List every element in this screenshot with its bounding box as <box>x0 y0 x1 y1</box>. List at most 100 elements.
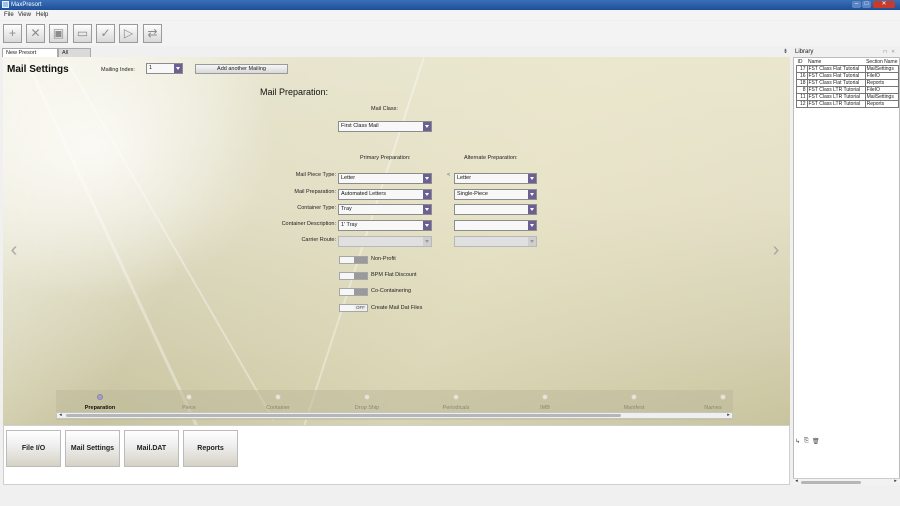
pin-icon[interactable]: ⊓ <box>883 49 887 55</box>
mail-class-select[interactable]: First Class Mail <box>338 121 432 132</box>
mail-preparation-alternate-select[interactable]: Single-Piece <box>454 189 537 200</box>
close-icon[interactable]: ✕ <box>891 49 895 55</box>
menu-help[interactable]: Help <box>34 11 50 19</box>
table-row[interactable]: 17 FST Class Flat Tutorial MailSettings <box>796 65 899 73</box>
container-description-primary-select[interactable]: 1' Tray <box>338 220 432 231</box>
carrier-route-primary-select[interactable] <box>338 236 432 247</box>
scroll-left-icon[interactable]: ◂ <box>57 413 64 418</box>
scroll-thumb[interactable] <box>66 414 621 417</box>
new-button[interactable]: + <box>3 24 22 43</box>
cell-id: 18 <box>796 79 808 87</box>
scroll-thumb[interactable] <box>801 481 861 484</box>
refresh-button[interactable]: ⇄ <box>143 24 162 43</box>
copy-to-alternate-icon[interactable]: < <box>447 172 450 178</box>
chevron-down-icon <box>528 237 536 246</box>
tab-new-presort-job[interactable]: New Presort Job✕ <box>2 48 58 65</box>
chevron-down-icon <box>174 64 182 73</box>
menu-file[interactable]: File <box>2 11 16 19</box>
container-type-alternate-select[interactable] <box>454 204 537 215</box>
check-button[interactable]: ✓ <box>96 24 115 43</box>
chevron-down-icon <box>423 174 431 183</box>
step-piece[interactable]: Piece <box>159 405 219 411</box>
tab-all-jobs[interactable]: All Jobs✕ <box>58 48 91 65</box>
panel-menu-icon[interactable]: ⇟ <box>783 48 788 55</box>
step-container[interactable]: Container <box>248 405 308 411</box>
next-page-icon[interactable]: › <box>769 240 783 260</box>
mailing-index-select[interactable]: 1 <box>146 63 183 74</box>
library-scrollbar[interactable]: ◂ ▸ <box>793 478 900 485</box>
close-window-button[interactable]: ✕ <box>873 1 895 8</box>
page-title: Mail Settings <box>7 64 69 75</box>
mail-preparation-primary-select[interactable]: Automated Letters <box>338 189 432 200</box>
new-icon: + <box>8 26 16 40</box>
step-dot-manifest[interactable] <box>631 394 637 400</box>
steps-scrollbar[interactable]: ◂ ▸ <box>56 412 733 419</box>
container-type-primary-select[interactable]: Tray <box>338 204 432 215</box>
toggle-state: OFF <box>354 305 367 311</box>
cell-section: MailSettings <box>864 65 899 73</box>
cell-name: FST Class Flat Tutorial <box>806 79 866 87</box>
step-dot-container[interactable] <box>275 394 281 400</box>
table-row[interactable]: 11 FST Class LTR Tutorial MailSettings <box>796 93 899 101</box>
step-dot-drop-ship[interactable] <box>364 394 370 400</box>
title-bar: MaxPresort – □ ✕ <box>0 0 900 10</box>
print-button[interactable]: ▭ <box>73 24 92 43</box>
bpm-flat-discount-toggle[interactable] <box>339 272 368 280</box>
table-row[interactable]: 12 FST Class LTR Tutorial Reports <box>796 100 899 108</box>
bpm-flat-discount-label: BPM Flat Discount <box>371 272 417 278</box>
step-preparation[interactable]: Preparation <box>70 405 130 411</box>
select-value: Letter <box>341 175 356 181</box>
scroll-right-icon[interactable]: ▸ <box>725 413 732 418</box>
mail-dat-button[interactable]: Mail.DAT <box>124 430 179 467</box>
step-dot-piece[interactable] <box>186 394 192 400</box>
reports-button[interactable]: Reports <box>183 430 238 467</box>
mail-settings-button[interactable]: Mail Settings <box>65 430 120 467</box>
cell-name: FST Class LTR Tutorial <box>806 100 866 108</box>
library-table: ID Name Section Name 17 FST Class Flat T… <box>796 59 899 108</box>
step-dot-imb[interactable] <box>542 394 548 400</box>
mailing-index-value: 1 <box>149 65 153 71</box>
step-drop-ship[interactable]: Drop Ship <box>337 405 397 411</box>
step-dot-preparation[interactable] <box>97 394 103 400</box>
carrier-route-alternate-select[interactable] <box>454 236 537 247</box>
cell-section: MailSettings <box>864 93 899 101</box>
table-row[interactable]: 8 FST Class LTR Tutorial FileIO <box>796 86 899 94</box>
save-button[interactable]: ▣ <box>49 24 68 43</box>
mail-piece-type-alternate-select[interactable]: Letter <box>454 173 537 184</box>
run-icon: ▷ <box>123 26 134 40</box>
copy-icon[interactable]: ⎘ <box>804 438 809 445</box>
container-description-alternate-select[interactable] <box>454 220 537 231</box>
maximize-button[interactable]: □ <box>862 1 871 8</box>
mail-class-label: Mail Class: <box>371 106 398 112</box>
column-section-name[interactable]: Section Name <box>865 59 898 66</box>
co-containering-label: Co-Containering <box>371 288 412 294</box>
create-mail-dat-toggle[interactable]: OFF <box>339 304 368 312</box>
scroll-right-icon[interactable]: ▸ <box>892 479 899 484</box>
step-dot-names[interactable] <box>720 394 726 400</box>
step-periodicals[interactable]: Periodicals <box>426 405 486 411</box>
minimize-button[interactable]: – <box>852 1 861 8</box>
trash-icon[interactable]: 🗑 <box>812 438 820 445</box>
chevron-down-icon <box>528 221 536 230</box>
run-button[interactable]: ▷ <box>119 24 138 43</box>
previous-page-icon[interactable]: ‹ <box>7 240 21 260</box>
chevron-down-icon <box>423 190 431 199</box>
scroll-left-icon[interactable]: ◂ <box>793 479 800 484</box>
mail-piece-type-primary-select[interactable]: Letter <box>338 173 432 184</box>
step-imb[interactable]: IMB <box>515 405 575 411</box>
table-row[interactable]: 16 FST Class Flat Tutorial FileIO <box>796 72 899 80</box>
select-value: Letter <box>457 175 472 181</box>
delete-button[interactable]: ✕ <box>26 24 45 43</box>
move-icon[interactable]: ↳ <box>795 438 800 445</box>
file-io-button[interactable]: File I/O <box>6 430 61 467</box>
step-manifest[interactable]: Manifest <box>604 405 664 411</box>
table-row[interactable]: 18 FST Class Flat Tutorial Reports <box>796 79 899 87</box>
non-profit-toggle[interactable] <box>339 256 368 264</box>
add-mailing-button[interactable]: Add another Mailing <box>195 64 288 74</box>
mailing-index-label: Mailing Index: <box>101 67 135 73</box>
refresh-icon: ⇄ <box>147 26 158 40</box>
step-dot-periodicals[interactable] <box>453 394 459 400</box>
menu-view[interactable]: View <box>16 11 33 19</box>
co-containering-toggle[interactable] <box>339 288 368 296</box>
step-names[interactable]: Names <box>693 405 733 411</box>
